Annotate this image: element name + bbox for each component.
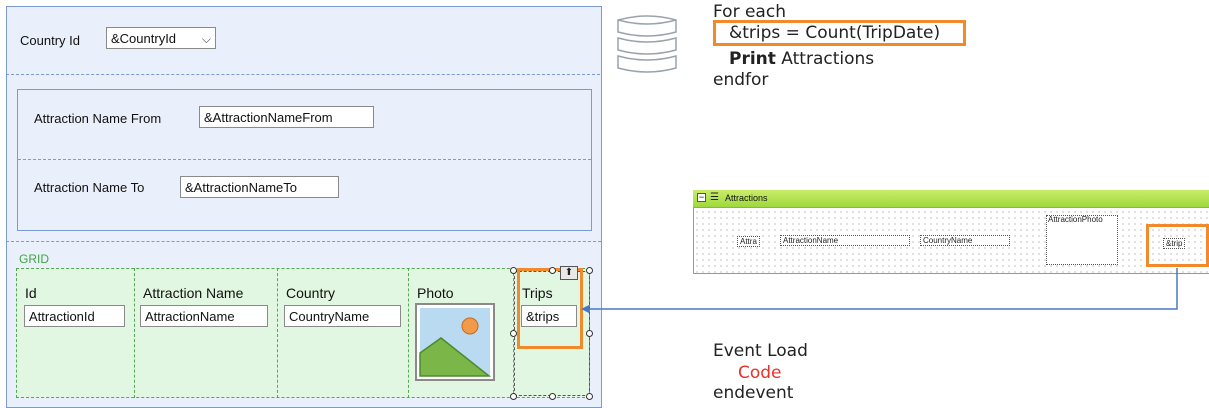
- grid-section-divider: [6, 241, 601, 242]
- attraction-to-label: Attraction Name To: [34, 180, 145, 195]
- trips-highlight-box: [517, 268, 583, 349]
- grid-cell-attraction-name[interactable]: AttractionName: [140, 305, 268, 327]
- report-field-attra[interactable]: Attra: [737, 236, 760, 247]
- code-for-each: For each: [713, 2, 786, 22]
- grid-header-photo: Photo: [417, 285, 454, 301]
- code-print-target: Attractions: [775, 49, 875, 69]
- collapse-icon[interactable]: −: [697, 193, 706, 202]
- grid-cell-attraction-id[interactable]: AttractionId: [24, 305, 125, 327]
- resize-handle[interactable]: [510, 393, 517, 400]
- chevron-down-icon[interactable]: ⌵: [202, 28, 211, 48]
- code-endfor: endfor: [713, 70, 769, 90]
- resize-handle[interactable]: [549, 267, 556, 274]
- resize-handle[interactable]: [586, 393, 593, 400]
- country-id-combo[interactable]: &CountryId ⌵: [106, 27, 216, 49]
- grid-title: GRID: [19, 252, 49, 266]
- report-field-trips[interactable]: &trip: [1163, 238, 1186, 249]
- resize-handle[interactable]: [549, 393, 556, 400]
- printblock-lines-icon: ☰: [710, 192, 719, 203]
- database-icon: [617, 15, 677, 73]
- code-print-line: Print Attractions: [729, 49, 874, 69]
- report-field-attraction-photo[interactable]: AttractionPhoto: [1046, 215, 1105, 224]
- code-placeholder: Code: [738, 363, 782, 383]
- grid-header-id: Id: [25, 285, 37, 301]
- filter-divider: [18, 159, 591, 160]
- attraction-from-input[interactable]: &AttractionNameFrom: [199, 106, 374, 128]
- country-label: Country Id: [20, 33, 80, 48]
- code-endevent: endevent: [713, 383, 794, 403]
- attraction-to-input[interactable]: &AttractionNameTo: [180, 176, 339, 198]
- code-print-keyword: Print: [729, 49, 776, 69]
- country-section: [6, 6, 600, 75]
- code-trips-assignment: &trips = Count(TripDate): [729, 23, 941, 43]
- printblock-title: Attractions: [725, 193, 768, 203]
- report-field-attraction-name[interactable]: AttractionName: [780, 235, 910, 246]
- printblock-titlebar[interactable]: [693, 190, 1209, 208]
- image-placeholder-icon: [415, 303, 495, 381]
- grid-header-country: Country: [286, 285, 336, 301]
- country-id-value: &CountryId: [111, 31, 177, 46]
- grid-cell-country-name[interactable]: CountryName: [284, 305, 401, 327]
- code-event-load: Event Load: [713, 341, 808, 361]
- attraction-from-label: Attraction Name From: [34, 111, 162, 126]
- resize-handle[interactable]: [510, 330, 517, 337]
- connector-arrow: [581, 268, 1178, 313]
- grid-header-attraction-name: Attraction Name: [143, 285, 244, 301]
- report-field-country-name[interactable]: CountryName: [920, 235, 1010, 246]
- resize-handle[interactable]: [510, 267, 517, 274]
